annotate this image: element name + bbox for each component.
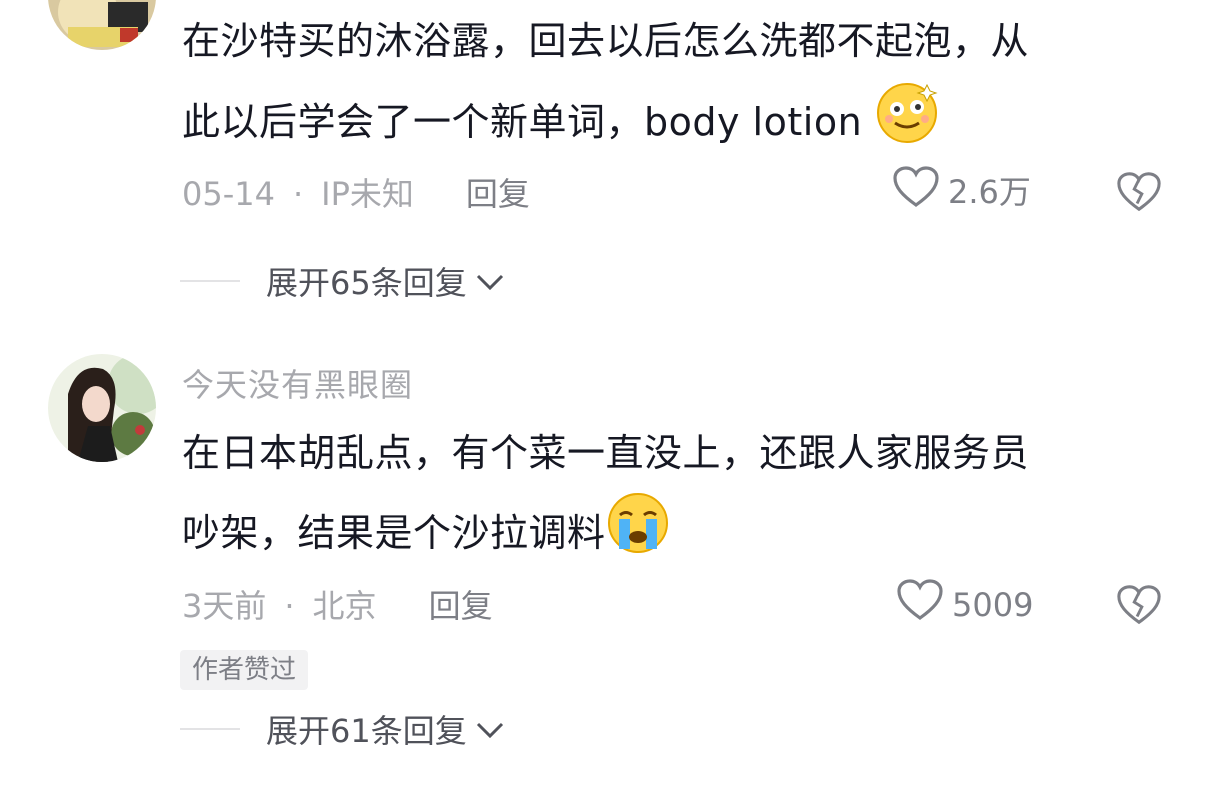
chevron-down-icon (475, 262, 505, 300)
expand-replies-button[interactable]: 展开61条回复 (180, 704, 505, 754)
dislike-button[interactable] (1116, 170, 1162, 216)
meta-separator: · (292, 175, 304, 213)
dizzy-face-emoji-icon (875, 79, 941, 170)
comment-date: 05-14 (182, 175, 275, 213)
loudly-crying-face-emoji-icon (606, 491, 670, 580)
like-count: 5009 (952, 586, 1034, 624)
heart-icon (896, 578, 952, 633)
dislike-button[interactable] (1116, 583, 1162, 629)
avatar[interactable] (48, 354, 156, 462)
reply-button[interactable]: 回复 (429, 584, 493, 628)
chevron-down-icon (475, 710, 505, 748)
comment-meta: 3天前 · 北京 回复 (182, 584, 493, 628)
username[interactable]: 今天没有黑眼圈 (182, 360, 413, 406)
like-button[interactable]: 2.6万 (892, 165, 1031, 214)
broken-heart-icon (1117, 172, 1161, 212)
comment-date: 3天前 (182, 587, 267, 625)
comment-meta: 05-14 · IP未知 回复 (182, 172, 530, 216)
expand-replies-label: 展开61条回复 (266, 712, 467, 750)
reply-button[interactable]: 回复 (466, 172, 530, 216)
expand-replies-button[interactable]: 展开65条回复 (180, 256, 505, 306)
divider-line (180, 280, 240, 282)
heart-icon (892, 165, 948, 220)
expand-replies-label: 展开65条回复 (266, 264, 467, 302)
broken-heart-icon (1117, 585, 1161, 625)
comment-text: 在日本胡乱点，有个菜一直没上，还跟人家服务员 吵架，结果是个沙拉调料 (182, 416, 1172, 580)
comment-text: 在沙特买的沐浴露，回去以后怎么洗都不起泡，从 此以后学会了一个新单词，body … (182, 4, 1172, 170)
like-count: 2.6万 (948, 173, 1031, 211)
avatar[interactable] (48, 0, 156, 50)
comment-location: 北京 (312, 587, 377, 625)
meta-separator: · (284, 587, 295, 625)
comment-location: IP未知 (321, 175, 414, 213)
author-liked-badge: 作者赞过 (180, 650, 309, 690)
divider-line (180, 728, 240, 730)
like-button[interactable]: 5009 (896, 578, 1034, 627)
